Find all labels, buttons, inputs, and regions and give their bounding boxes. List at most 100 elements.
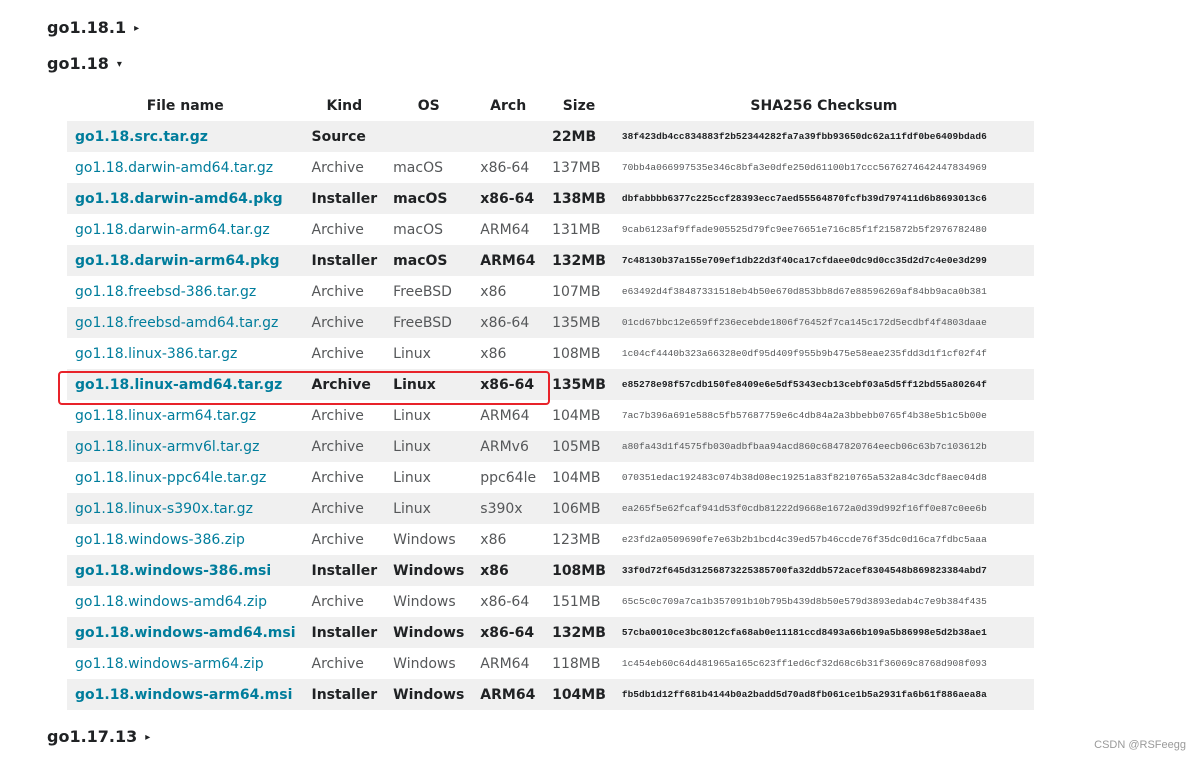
table-row: go1.18.linux-amd64.tar.gz Archive Linux x86… (67, 369, 1034, 400)
download-link[interactable]: go1.18.linux-arm64.tar.gz (75, 408, 256, 424)
table-row: go1.18.linux-arm64.tar.gz Archive Linux ARM… (67, 400, 1034, 431)
header-file-name: File name (146, 97, 224, 114)
release-toggle-go1.18[interactable]: go1.18 ▾ (47, 54, 122, 73)
os-cell: Windows (385, 524, 473, 555)
os-cell: Linux (385, 493, 473, 524)
os-cell: Linux (385, 369, 473, 400)
file-name-cell: go1.18.freebsd-386.tar.gz (67, 276, 304, 307)
arch-cell: x86-64 (472, 586, 545, 617)
collapse-arrow-icon: ▾ (116, 59, 122, 70)
size-cell: 131MB (544, 214, 614, 245)
file-name-cell: go1.18.freebsd-amd64.tar.gz (67, 307, 304, 338)
os-cell (385, 121, 473, 152)
download-link[interactable]: go1.18.windows-arm64.msi (75, 687, 292, 703)
expand-arrow-icon: ▸ (134, 23, 140, 34)
download-link[interactable]: go1.18.windows-arm64.zip (75, 656, 264, 672)
download-link[interactable]: go1.18.darwin-amd64.tar.gz (75, 160, 273, 176)
arch-cell: ARMv6 (472, 431, 545, 462)
checksum-cell: fb5db1d12ff681b4144b0a2badd5d70ad8fb061c… (613, 679, 1034, 710)
kind-cell: Archive (303, 524, 386, 555)
file-name-cell: go1.18.src.tar.gz (67, 121, 304, 152)
table-row: go1.18.darwin-arm64.tar.gz Archive macOS AR… (67, 214, 1034, 245)
download-link[interactable]: go1.18.linux-armv6l.tar.gz (75, 439, 259, 455)
download-link[interactable]: go1.18.darwin-arm64.pkg (75, 253, 279, 269)
os-cell: Windows (385, 617, 473, 648)
kind-cell: Archive (303, 493, 386, 524)
arch-cell: x86-64 (472, 183, 545, 214)
checksum-cell: 70bb4a066997535e346c8bfa3e0dfe250d61100b… (613, 152, 1034, 183)
download-link[interactable]: go1.18.windows-386.msi (75, 563, 271, 579)
arch-cell: x86 (472, 338, 545, 369)
download-link[interactable]: go1.18.linux-ppc64le.tar.gz (75, 470, 266, 486)
file-name-cell: go1.18.linux-386.tar.gz (67, 338, 304, 369)
size-cell: 135MB (544, 369, 614, 400)
size-cell: 106MB (544, 493, 614, 524)
table-row: go1.18.freebsd-386.tar.gz Archive FreeBSD x… (67, 276, 1034, 307)
checksum-cell: e23fd2a0509690fe7e63b2b1bcd4c39ed57b46cc… (613, 524, 1034, 555)
file-name-cell: go1.18.windows-arm64.zip (67, 648, 304, 679)
checksum-cell: 7c48130b37a155e709ef1db22d3f40ca17cfdaee… (613, 245, 1034, 276)
file-name-cell: go1.18.windows-386.zip (67, 524, 304, 555)
kind-cell: Source (303, 121, 386, 152)
os-cell: Linux (385, 462, 473, 493)
kind-cell: Archive (303, 431, 386, 462)
checksum-cell: 1c454eb60c64d481965a165c623ff1ed6cf32d68… (613, 648, 1034, 679)
download-link[interactable]: go1.18.windows-386.zip (75, 532, 245, 548)
kind-cell: Installer (303, 679, 386, 710)
release-label: go1.17.13 (47, 727, 138, 746)
arch-cell: ARM64 (472, 679, 545, 710)
checksum-cell: e63492d4f38487331518eb4b50e670d853bb8d67… (613, 276, 1034, 307)
size-cell: 104MB (544, 400, 614, 431)
size-cell: 107MB (544, 276, 614, 307)
checksum-cell: ea265f5e62fcaf941d53f0cdb81222d9668e1672… (613, 493, 1034, 524)
size-cell: 108MB (544, 555, 614, 586)
size-cell: 135MB (544, 307, 614, 338)
table-row: go1.18.darwin-amd64.tar.gz Archive macOS x8… (67, 152, 1034, 183)
file-name-cell: go1.18.linux-arm64.tar.gz (67, 400, 304, 431)
download-link[interactable]: go1.18.linux-amd64.tar.gz (75, 377, 282, 393)
download-link[interactable]: go1.18.linux-s390x.tar.gz (75, 501, 253, 517)
size-cell: 104MB (544, 679, 614, 710)
arch-cell (472, 121, 545, 152)
arch-cell: x86-64 (472, 307, 545, 338)
checksum-cell: 01cd67bbc12e659ff236ecebde1806f76452f7ca… (613, 307, 1034, 338)
checksum-cell: 57cba0010ce3bc8012cfa68ab0e11181ccd8493a… (613, 617, 1034, 648)
arch-cell: x86-64 (472, 617, 545, 648)
download-link[interactable]: go1.18.src.tar.gz (75, 129, 208, 145)
checksum-cell: dbfabbbb6377c225ccf28393ecc7aed55564870f… (613, 183, 1034, 214)
file-name-cell: go1.18.darwin-arm64.tar.gz (67, 214, 304, 245)
size-cell: 22MB (544, 121, 614, 152)
kind-cell: Archive (303, 369, 386, 400)
release-toggle-go1.17.13[interactable]: go1.17.13 ▸ (47, 727, 150, 746)
download-link[interactable]: go1.18.darwin-amd64.pkg (75, 191, 283, 207)
os-cell: macOS (385, 214, 473, 245)
download-link[interactable]: go1.18.windows-amd64.msi (75, 625, 296, 641)
file-name-cell: go1.18.windows-amd64.zip (67, 586, 304, 617)
os-cell: Windows (385, 586, 473, 617)
os-cell: macOS (385, 152, 473, 183)
arch-cell: x86 (472, 555, 545, 586)
table-row: go1.18.windows-386.zip Archive Windows x86 1… (67, 524, 1034, 555)
arch-cell: x86-64 (472, 369, 545, 400)
release-toggle-go1.18.1[interactable]: go1.18.1 ▸ (47, 18, 139, 37)
download-link[interactable]: go1.18.linux-386.tar.gz (75, 346, 237, 362)
download-link[interactable]: go1.18.freebsd-amd64.tar.gz (75, 315, 278, 331)
table-row: go1.18.linux-s390x.tar.gz Archive Linux s39… (67, 493, 1034, 524)
download-link[interactable]: go1.18.darwin-arm64.tar.gz (75, 222, 270, 238)
os-cell: Windows (385, 679, 473, 710)
os-cell: Windows (385, 648, 473, 679)
arch-cell: x86-64 (472, 152, 545, 183)
file-name-cell: go1.18.windows-386.msi (67, 555, 304, 586)
os-cell: macOS (385, 183, 473, 214)
download-link[interactable]: go1.18.freebsd-386.tar.gz (75, 284, 256, 300)
table-row: go1.18.darwin-arm64.pkg Installer macOS ARM… (67, 245, 1034, 276)
file-name-cell: go1.18.windows-amd64.msi (67, 617, 304, 648)
checksum-cell: a80fa43d1f4575fb030adbfbaa94acd860c68478… (613, 431, 1034, 462)
table-row: go1.18.src.tar.gz Source 22MB 38f423db4cc83… (67, 121, 1034, 152)
file-name-cell: go1.18.darwin-amd64.tar.gz (67, 152, 304, 183)
kind-cell: Installer (303, 245, 386, 276)
table-row: go1.18.linux-386.tar.gz Archive Linux x86 10… (67, 338, 1034, 369)
download-link[interactable]: go1.18.windows-amd64.zip (75, 594, 267, 610)
arch-cell: ppc64le (472, 462, 545, 493)
kind-cell: Archive (303, 214, 386, 245)
